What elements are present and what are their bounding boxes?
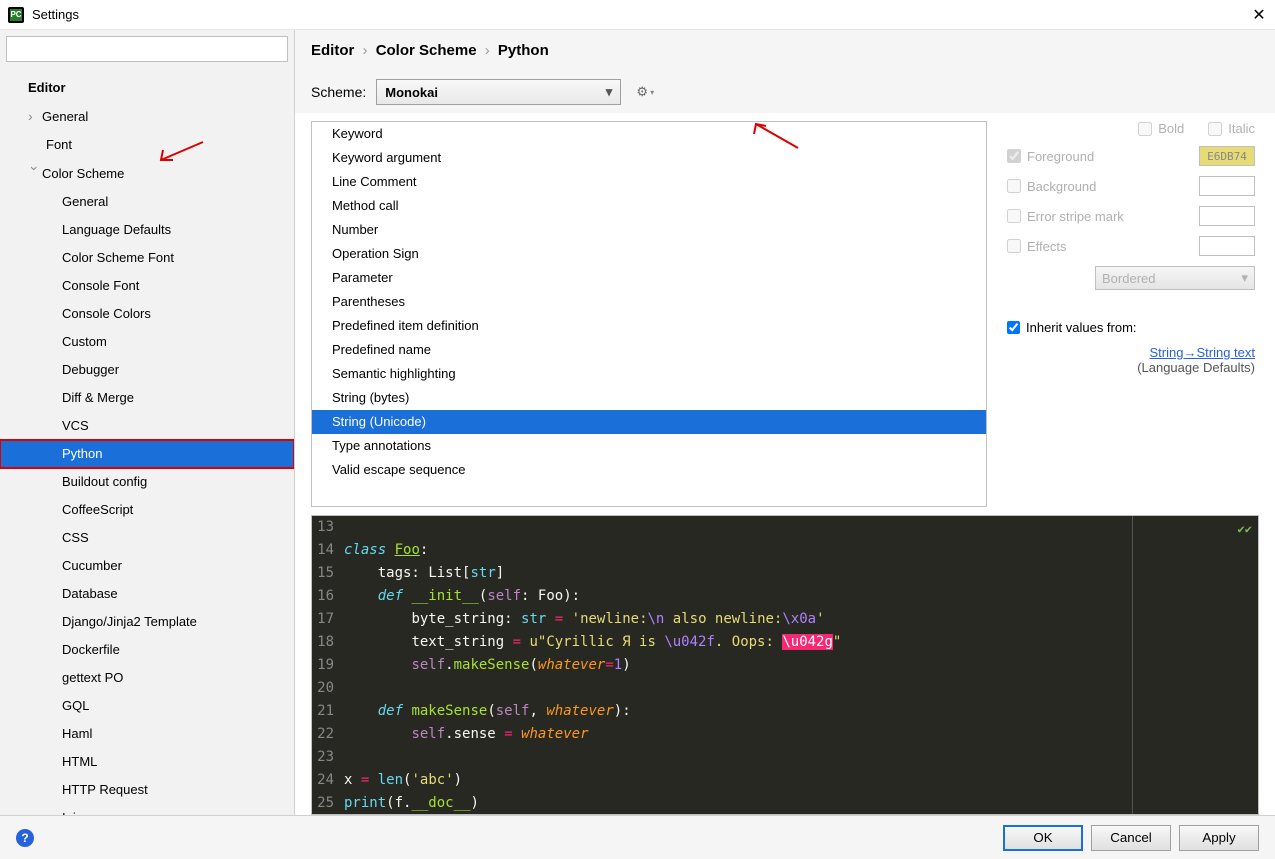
footer: ? OK Cancel Apply xyxy=(0,815,1275,859)
syntax-item[interactable]: Valid escape sequence xyxy=(312,458,986,482)
window-title: Settings xyxy=(32,7,1251,22)
tree-item[interactable]: Diff & Merge xyxy=(0,384,294,412)
syntax-item[interactable]: Keyword xyxy=(312,122,986,146)
breadcrumb: Editor › Color Scheme › Python xyxy=(295,30,1275,71)
tree-item[interactable]: Haml xyxy=(0,720,294,748)
options-panel: Bold Italic Foreground E6DB74 xyxy=(1003,121,1259,507)
help-icon[interactable]: ? xyxy=(16,829,34,847)
tree-item[interactable]: CSS xyxy=(0,524,294,552)
breadcrumb-sep: › xyxy=(363,42,368,59)
syntax-item[interactable]: Number xyxy=(312,218,986,242)
tree-item[interactable]: Dockerfile xyxy=(0,636,294,664)
breadcrumb-sep: › xyxy=(485,42,490,59)
tree-item[interactable]: General xyxy=(0,188,294,216)
ok-button[interactable]: OK xyxy=(1003,825,1083,851)
app-icon: PC xyxy=(8,7,24,23)
apply-button[interactable]: Apply xyxy=(1179,825,1259,851)
breadcrumb-item[interactable]: Python xyxy=(498,42,549,59)
scheme-select[interactable]: Monokai xyxy=(376,79,621,105)
main: 🔍 ▾ EditorGeneralFontColor SchemeGeneral… xyxy=(0,30,1275,815)
search-input[interactable] xyxy=(6,36,288,62)
tree-item[interactable]: gettext PO xyxy=(0,664,294,692)
bold-checkbox[interactable]: Bold xyxy=(1138,121,1184,136)
sidebar: 🔍 ▾ EditorGeneralFontColor SchemeGeneral… xyxy=(0,30,295,815)
effects-swatch[interactable] xyxy=(1199,236,1255,256)
gear-icon[interactable]: ⚙ xyxy=(635,82,655,102)
tree-item[interactable]: Console Colors xyxy=(0,300,294,328)
foreground-checkbox[interactable]: Foreground xyxy=(1007,149,1094,164)
syntax-item[interactable]: Type annotations xyxy=(312,434,986,458)
code-preview: ✔✔ 13 14class Foo: 15 tags: List[str] 16… xyxy=(311,515,1259,815)
scheme-row: Scheme: Monokai ⚙ xyxy=(295,71,1275,113)
tree-item[interactable]: Color Scheme Font xyxy=(0,244,294,272)
inherit-link[interactable]: String→String text xyxy=(1007,345,1255,360)
tree-item[interactable]: Custom xyxy=(0,328,294,356)
tree-item[interactable]: Color Scheme xyxy=(0,159,294,188)
italic-checkbox[interactable]: Italic xyxy=(1208,121,1255,136)
tree-item[interactable]: Console Font xyxy=(0,272,294,300)
tree-item[interactable]: Editor xyxy=(0,74,294,102)
syntax-item[interactable]: Keyword argument xyxy=(312,146,986,170)
breadcrumb-item[interactable]: Editor xyxy=(311,42,354,59)
tree-item[interactable]: Database xyxy=(0,580,294,608)
tree-item[interactable]: CoffeeScript xyxy=(0,496,294,524)
syntax-item[interactable]: Predefined item definition xyxy=(312,314,986,338)
titlebar: PC Settings ✕ xyxy=(0,0,1275,30)
tree-item[interactable]: VCS xyxy=(0,412,294,440)
foreground-swatch[interactable]: E6DB74 xyxy=(1199,146,1255,166)
scheme-value: Monokai xyxy=(385,85,438,100)
error-stripe-swatch[interactable] xyxy=(1199,206,1255,226)
tree-item[interactable]: Python xyxy=(0,440,294,468)
tree-item[interactable]: Debugger xyxy=(0,356,294,384)
syntax-item[interactable]: Method call xyxy=(312,194,986,218)
settings-tree[interactable]: EditorGeneralFontColor SchemeGeneralLang… xyxy=(0,68,294,815)
tree-item[interactable]: Language Defaults xyxy=(0,216,294,244)
cancel-button[interactable]: Cancel xyxy=(1091,825,1171,851)
search-wrap: 🔍 ▾ xyxy=(0,30,294,68)
tree-item[interactable]: Font xyxy=(0,131,294,159)
effects-checkbox[interactable]: Effects xyxy=(1007,239,1067,254)
background-checkbox[interactable]: Background xyxy=(1007,179,1096,194)
syntax-item[interactable]: String (bytes) xyxy=(312,386,986,410)
close-icon[interactable]: ✕ xyxy=(1251,7,1267,23)
mid-pane: KeywordKeyword argumentLine CommentMetho… xyxy=(295,113,1275,515)
syntax-list[interactable]: KeywordKeyword argumentLine CommentMetho… xyxy=(311,121,987,507)
check-icon: ✔✔ xyxy=(1238,522,1252,536)
syntax-item[interactable]: Parentheses xyxy=(312,290,986,314)
syntax-item[interactable]: Operation Sign xyxy=(312,242,986,266)
syntax-item[interactable]: Line Comment xyxy=(312,170,986,194)
effects-type-select[interactable]: Bordered xyxy=(1095,266,1255,290)
inherit-sub: (Language Defaults) xyxy=(1007,360,1255,375)
tree-item[interactable]: General xyxy=(0,102,294,131)
tree-item[interactable]: Cucumber xyxy=(0,552,294,580)
tree-item[interactable]: Ini xyxy=(0,804,294,815)
scheme-label: Scheme: xyxy=(311,84,366,100)
inherit-checkbox[interactable]: Inherit values from: xyxy=(1007,320,1255,335)
tree-item[interactable]: HTML xyxy=(0,748,294,776)
syntax-item[interactable]: String (Unicode) xyxy=(312,410,986,434)
tree-item[interactable]: Django/Jinja2 Template xyxy=(0,608,294,636)
background-swatch[interactable] xyxy=(1199,176,1255,196)
syntax-item[interactable]: Semantic highlighting xyxy=(312,362,986,386)
breadcrumb-item[interactable]: Color Scheme xyxy=(376,42,477,59)
error-stripe-checkbox[interactable]: Error stripe mark xyxy=(1007,209,1124,224)
tree-item[interactable]: HTTP Request xyxy=(0,776,294,804)
syntax-item[interactable]: Parameter xyxy=(312,266,986,290)
content-pane: Editor › Color Scheme › Python Scheme: M… xyxy=(295,30,1275,815)
syntax-item[interactable]: Predefined name xyxy=(312,338,986,362)
tree-item[interactable]: Buildout config xyxy=(0,468,294,496)
tree-item[interactable]: GQL xyxy=(0,692,294,720)
